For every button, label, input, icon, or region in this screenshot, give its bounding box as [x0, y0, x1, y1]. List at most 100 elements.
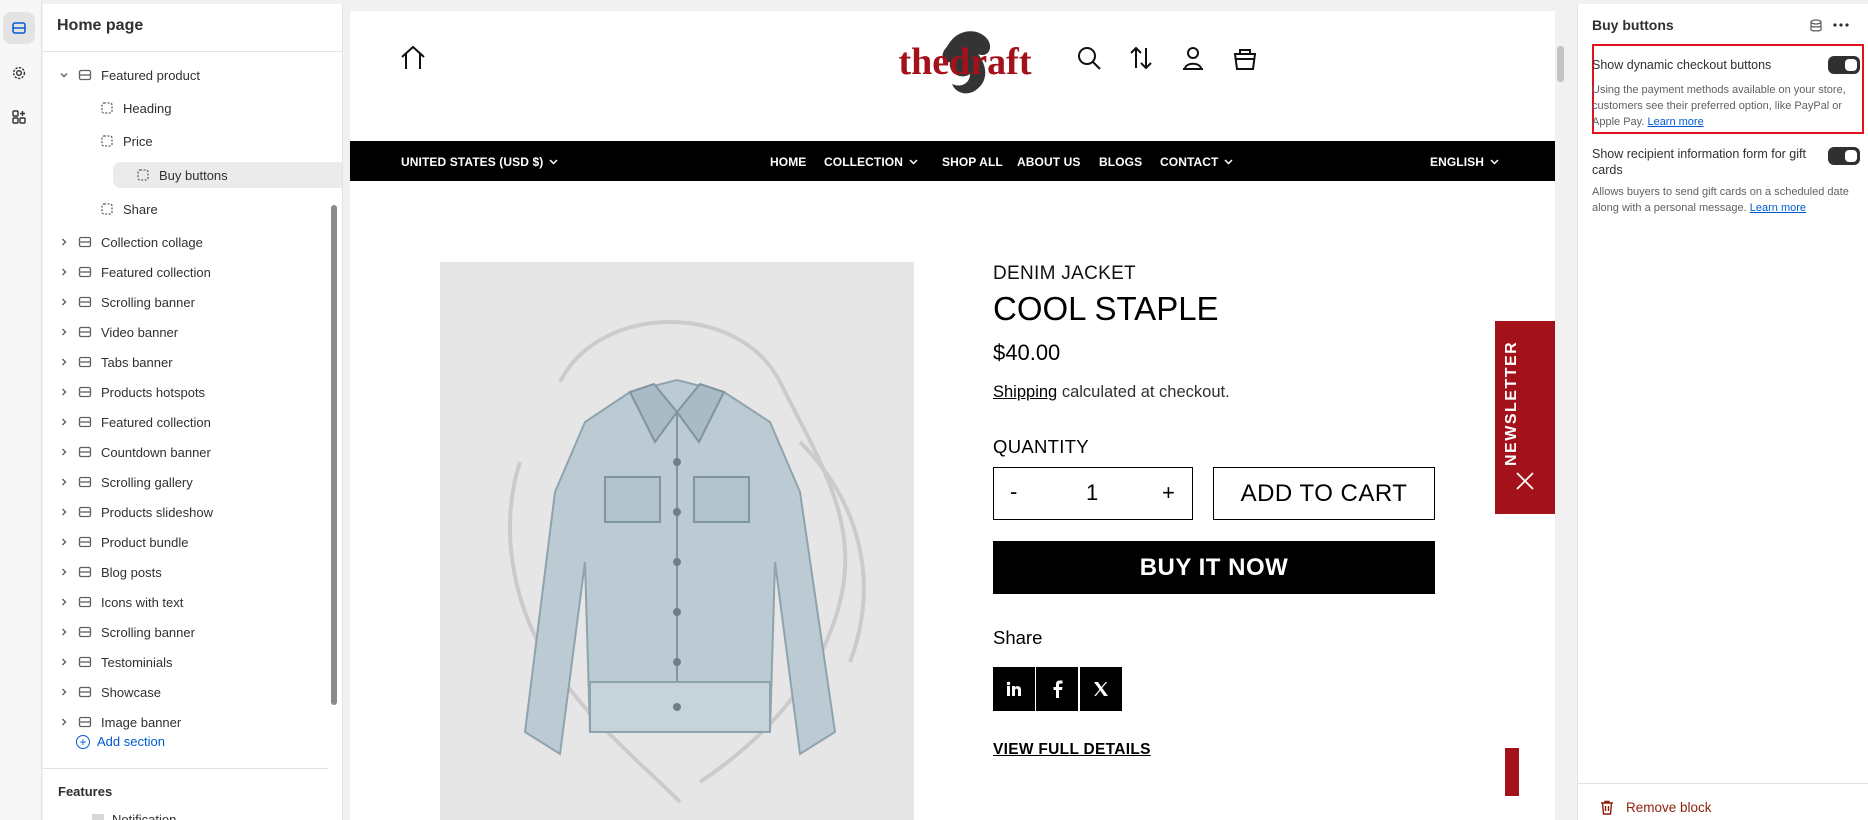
denim-jacket-image — [508, 320, 866, 804]
chevron-down-icon[interactable] — [57, 68, 71, 82]
chevron-down-icon — [909, 159, 918, 165]
chevron-right-icon[interactable] — [57, 505, 71, 519]
section-icon — [77, 624, 93, 640]
sidebar-item-notification[interactable]: Notification — [74, 812, 176, 820]
store-logo[interactable]: thedraft — [890, 24, 1040, 104]
database-icon[interactable] — [1808, 18, 1824, 34]
scroll-to-top-tab[interactable] — [1505, 748, 1519, 796]
account-button[interactable] — [1176, 41, 1210, 75]
sidebar-item[interactable]: Featured collection — [57, 409, 342, 435]
sidebar-item-label: Scrolling banner — [101, 294, 195, 310]
apps-rail-button[interactable] — [3, 101, 35, 133]
chevron-right-icon[interactable] — [57, 655, 71, 669]
sidebar-scrollbar[interactable] — [331, 205, 337, 705]
sidebar-item-label: Heading — [123, 100, 172, 116]
share-x-button[interactable] — [1080, 667, 1122, 711]
cart-button[interactable] — [1228, 41, 1262, 75]
view-full-details-link[interactable]: VIEW FULL DETAILS — [993, 741, 1151, 759]
sidebar-item[interactable]: Scrolling banner — [57, 619, 342, 645]
sidebar-item[interactable]: Icons with text — [57, 589, 342, 615]
sidebar-item[interactable]: Products hotspots — [57, 379, 342, 405]
sidebar-item[interactable]: Image banner — [57, 709, 342, 735]
nav-home[interactable]: HOME — [770, 155, 806, 169]
sidebar-item[interactable]: Share — [99, 196, 342, 222]
chevron-right-icon[interactable] — [57, 625, 71, 639]
sidebar-item[interactable]: Tabs banner — [57, 349, 342, 375]
chevron-right-icon[interactable] — [57, 325, 71, 339]
add-section-button[interactable]: + Add section — [76, 734, 165, 749]
nav-about-us[interactable]: ABOUT US — [1017, 155, 1080, 169]
learn-more-link[interactable]: Learn more — [1647, 116, 1703, 128]
sidebar-item[interactable]: Featured product — [57, 62, 342, 88]
sidebar-item-label: Collection collage — [101, 234, 203, 250]
nav-label: COLLECTION — [824, 155, 903, 169]
gift-card-form-toggle[interactable] — [1828, 147, 1860, 165]
share-linkedin-button[interactable] — [993, 667, 1035, 711]
add-to-cart-button[interactable]: ADD TO CART — [1213, 467, 1435, 520]
chevron-right-icon[interactable] — [57, 235, 71, 249]
product-image[interactable] — [440, 262, 914, 820]
sidebar-item[interactable]: Scrolling gallery — [57, 469, 342, 495]
sidebar-item[interactable]: Buy buttons — [113, 162, 342, 188]
currency-selector[interactable]: UNITED STATES (USD $) — [401, 155, 558, 169]
sidebar-item[interactable]: Testominials — [57, 649, 342, 675]
sidebar-item[interactable]: Product bundle — [57, 529, 342, 555]
more-options-icon[interactable] — [1832, 16, 1850, 34]
chevron-right-icon[interactable] — [57, 295, 71, 309]
chevron-right-icon[interactable] — [57, 565, 71, 579]
sidebar-item[interactable]: Collection collage — [57, 229, 342, 255]
sidebar-item[interactable]: Video banner — [57, 319, 342, 345]
nav-label: ABOUT US — [1017, 155, 1081, 169]
share-facebook-button[interactable] — [1036, 667, 1078, 711]
chevron-right-icon[interactable] — [57, 715, 71, 729]
product-eyebrow: DENIM JACKET — [993, 263, 1136, 284]
quantity-input[interactable]: 1 — [1086, 480, 1098, 506]
sidebar-item[interactable]: Countdown banner — [57, 439, 342, 465]
sidebar-item[interactable]: Blog posts — [57, 559, 342, 585]
preview-scrollbar[interactable] — [1557, 46, 1564, 82]
left-rail — [0, 0, 42, 820]
compare-button[interactable] — [1124, 41, 1158, 75]
sidebar-item[interactable]: Scrolling banner — [57, 289, 342, 315]
chevron-right-icon[interactable] — [57, 475, 71, 489]
sidebar-item[interactable]: Heading — [99, 95, 342, 121]
sidebar-item[interactable]: Products slideshow — [57, 499, 342, 525]
quantity-increase-button[interactable]: + — [1162, 480, 1175, 506]
chevron-right-icon[interactable] — [57, 685, 71, 699]
chevron-down-icon — [1224, 159, 1233, 165]
settings-rail-button[interactable] — [3, 57, 35, 89]
divider — [43, 768, 328, 769]
chevron-right-icon[interactable] — [57, 355, 71, 369]
nav-blogs[interactable]: BLOGS — [1099, 155, 1142, 169]
learn-more-link[interactable]: Learn more — [1750, 202, 1806, 214]
chevron-right-icon[interactable] — [57, 535, 71, 549]
buy-now-button[interactable]: BUY IT NOW — [993, 541, 1435, 594]
home-button[interactable] — [396, 41, 430, 75]
close-icon[interactable] — [1515, 471, 1535, 491]
shipping-text: calculated at checkout. — [1057, 383, 1230, 401]
features-heading: Features — [58, 784, 113, 799]
dynamic-checkout-toggle[interactable] — [1828, 56, 1860, 74]
chevron-right-icon[interactable] — [57, 595, 71, 609]
chevron-right-icon[interactable] — [57, 415, 71, 429]
block-settings-panel: Buy buttons Show dynamic checkout button… — [1577, 4, 1868, 820]
sidebar-item[interactable]: Showcase — [57, 679, 342, 705]
sidebar-item[interactable]: Featured collection — [57, 259, 342, 285]
remove-block-button[interactable]: Remove block — [1600, 800, 1712, 815]
linkedin-icon — [1006, 681, 1021, 696]
nav-shop-all[interactable]: SHOP ALL — [942, 155, 1003, 169]
shipping-link[interactable]: Shipping — [993, 383, 1057, 401]
chevron-right-icon[interactable] — [57, 385, 71, 399]
search-button[interactable] — [1072, 41, 1106, 75]
block-icon — [99, 201, 115, 217]
nav-collection[interactable]: COLLECTION — [824, 155, 918, 169]
chevron-right-icon[interactable] — [57, 265, 71, 279]
section-icon — [77, 444, 93, 460]
sidebar-item[interactable]: Price — [99, 128, 342, 154]
language-selector[interactable]: ENGLISH — [1430, 155, 1499, 169]
chevron-right-icon[interactable] — [57, 445, 71, 459]
section-icon — [77, 67, 93, 83]
nav-contact[interactable]: CONTACT — [1160, 155, 1233, 169]
sections-rail-button[interactable] — [3, 12, 35, 44]
quantity-decrease-button[interactable]: - — [1010, 479, 1017, 505]
